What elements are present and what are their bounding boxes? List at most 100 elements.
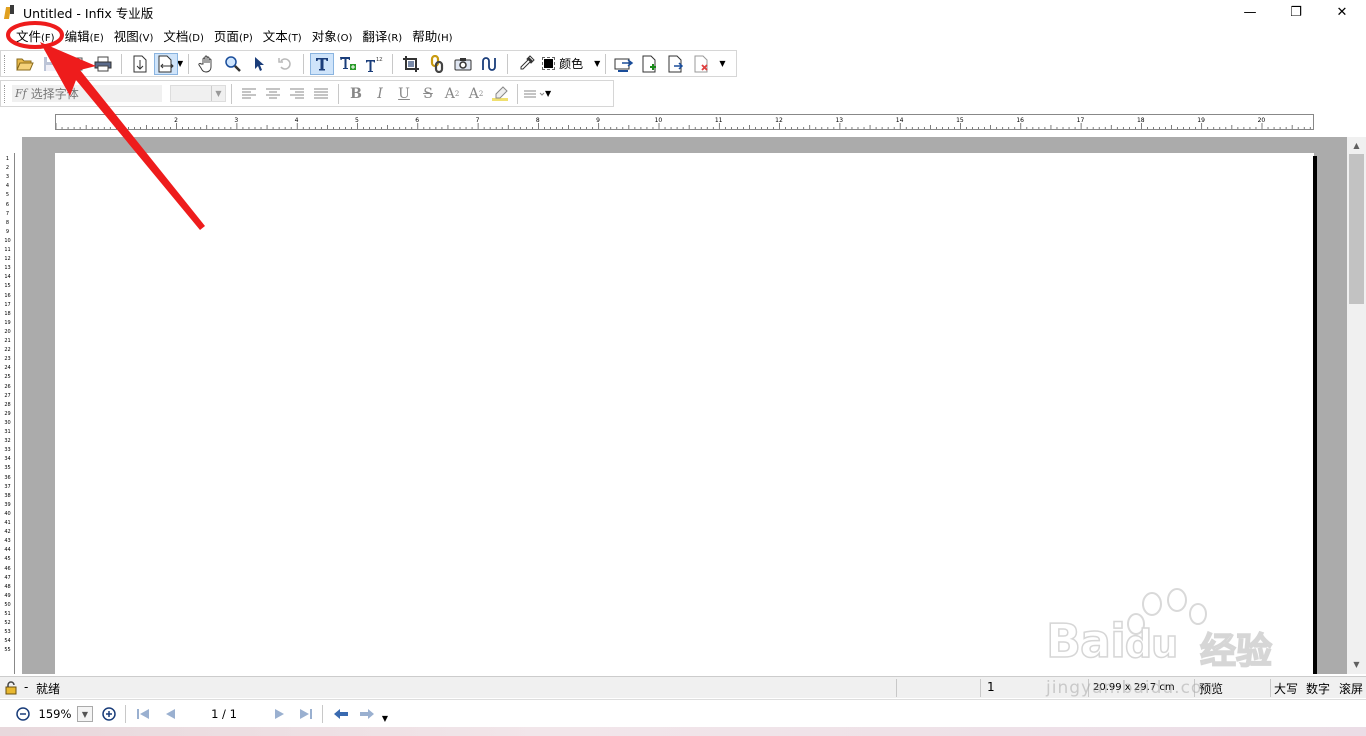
page-indicator[interactable]: 1 / 1 (196, 704, 252, 724)
color-dropdown-arrow[interactable]: ▼ (594, 59, 600, 68)
zoom-dropdown[interactable]: ▼ (77, 706, 93, 722)
history-back-button[interactable] (330, 704, 352, 724)
line-spacing-button[interactable] (523, 83, 547, 105)
scroll-down-arrow[interactable]: ▼ (1347, 657, 1366, 673)
previous-page-icon (166, 709, 175, 719)
toolbar-separator (507, 53, 509, 74)
strikethrough-label: S (423, 85, 433, 102)
ruler-label: 7 (475, 117, 480, 124)
print-button[interactable] (91, 53, 115, 75)
zoom-out-button[interactable] (13, 704, 33, 724)
vertical-scrollbar[interactable]: ▲ ▼ (1347, 137, 1366, 674)
ruler-label: 20 (4, 328, 11, 335)
menu-document[interactable]: 文档(D) (158, 26, 209, 45)
ruler-label: 17 (4, 301, 11, 308)
zoom-level[interactable]: 159% (36, 704, 74, 724)
zoom-in-icon (102, 707, 116, 721)
zoom-button[interactable] (221, 53, 245, 75)
menu-object[interactable]: 对象(O) (307, 26, 358, 45)
maximize-button[interactable]: ❐ (1273, 0, 1319, 24)
text-number-button[interactable]: 123 (362, 53, 386, 75)
close-button[interactable]: ✕ (1319, 0, 1365, 24)
superscript-button[interactable]: A2 (440, 83, 464, 105)
ruler-label: 24 (4, 365, 11, 372)
toolbar-grip[interactable] (4, 84, 8, 103)
history-forward-button[interactable] (356, 704, 378, 724)
replace-page-button[interactable] (612, 53, 636, 75)
eyedropper-button[interactable] (514, 53, 538, 75)
underline-button[interactable]: U (392, 83, 416, 105)
ruler-label: 40 (4, 510, 11, 517)
menu-help[interactable]: 帮助(H) (407, 26, 457, 45)
open-folder-button[interactable] (13, 53, 37, 75)
bold-button[interactable]: B (344, 83, 368, 105)
menu-edit[interactable]: 编辑(E) (60, 26, 109, 45)
hand-tool-button[interactable] (195, 53, 219, 75)
extract-page-button[interactable] (664, 53, 688, 75)
text-edit-button[interactable] (336, 53, 360, 75)
previous-page-button[interactable] (160, 704, 180, 724)
line-spacing-dropdown-arrow[interactable]: ▼ (545, 89, 551, 98)
rotate-button[interactable] (273, 53, 297, 75)
menu-help-label: 帮助 (412, 28, 438, 44)
font-select[interactable]: Ff 选择字体 (12, 85, 162, 102)
select-button[interactable] (247, 53, 271, 75)
scroll-lock-indicator: 滚屏 (1339, 682, 1364, 696)
save-button[interactable] (39, 53, 63, 75)
ruler-label: 12 (775, 117, 783, 124)
strikethrough-button[interactable]: S (416, 83, 440, 105)
ruler-label: 48 (4, 583, 11, 590)
highlight-button[interactable] (488, 83, 512, 105)
justify-button[interactable] (309, 83, 333, 105)
forward-arrow-icon (360, 709, 374, 719)
menu-document-accel: (D) (188, 32, 204, 44)
last-page-button[interactable] (296, 704, 316, 724)
scroll-thumb[interactable] (1349, 154, 1364, 304)
subscript-button[interactable]: A2 (464, 83, 488, 105)
history-dropdown-arrow[interactable]: ▼ (380, 708, 390, 728)
delete-page-button[interactable] (690, 53, 714, 75)
menu-text[interactable]: 文本(T) (258, 26, 307, 45)
menu-file[interactable]: 文件(F) (11, 26, 60, 45)
eraser-button[interactable] (477, 53, 501, 75)
align-center-button[interactable] (261, 83, 285, 105)
ruler-label: 42 (4, 529, 11, 536)
first-page-button[interactable] (133, 704, 153, 724)
font-size-select[interactable]: ▼ (170, 85, 226, 102)
page-dropdown-arrow[interactable]: ▼ (719, 59, 725, 68)
insert-page-button[interactable] (638, 53, 662, 75)
italic-button[interactable]: I (368, 83, 392, 105)
text-tool-button[interactable] (310, 52, 335, 75)
link-button[interactable] (425, 53, 449, 75)
align-right-button[interactable] (285, 83, 309, 105)
fit-width-button[interactable] (154, 52, 178, 75)
color-picker-button[interactable]: 颜色 (539, 53, 586, 75)
scroll-up-arrow[interactable]: ▲ (1347, 138, 1366, 154)
menu-page[interactable]: 页面(P) (209, 26, 258, 45)
minimize-button[interactable]: — (1227, 0, 1273, 24)
menu-view-label: 视图 (113, 28, 139, 44)
toolbar-grip[interactable] (4, 54, 8, 73)
watermark-url: jingyan.baidu.com (1046, 678, 1220, 698)
num-lock-indicator: 数字 (1306, 682, 1331, 696)
toolbar-separator (338, 83, 339, 104)
align-left-button[interactable] (237, 83, 261, 105)
camera-button[interactable] (451, 53, 475, 75)
zoom-in-button[interactable] (99, 704, 119, 724)
svg-text:123: 123 (376, 57, 383, 63)
menu-view[interactable]: 视图(V) (109, 26, 159, 45)
ruler-label: 25 (4, 374, 11, 381)
ruler-label: 17 (1076, 117, 1085, 124)
ruler-label: 30 (4, 419, 11, 426)
main-toolbar: ▼ 123 (0, 50, 737, 77)
fit-page-button[interactable] (128, 53, 152, 75)
menu-object-accel: (O) (336, 32, 353, 44)
text-number-icon: 123 (366, 57, 383, 72)
bold-label: B (350, 85, 362, 102)
crop-button[interactable] (399, 53, 423, 75)
insert-page-icon (642, 55, 657, 72)
menu-translate[interactable]: 翻译(R) (357, 26, 407, 45)
ruler-label: 32 (4, 438, 11, 445)
next-page-button[interactable] (270, 704, 290, 724)
print-preview-button[interactable] (65, 53, 89, 75)
